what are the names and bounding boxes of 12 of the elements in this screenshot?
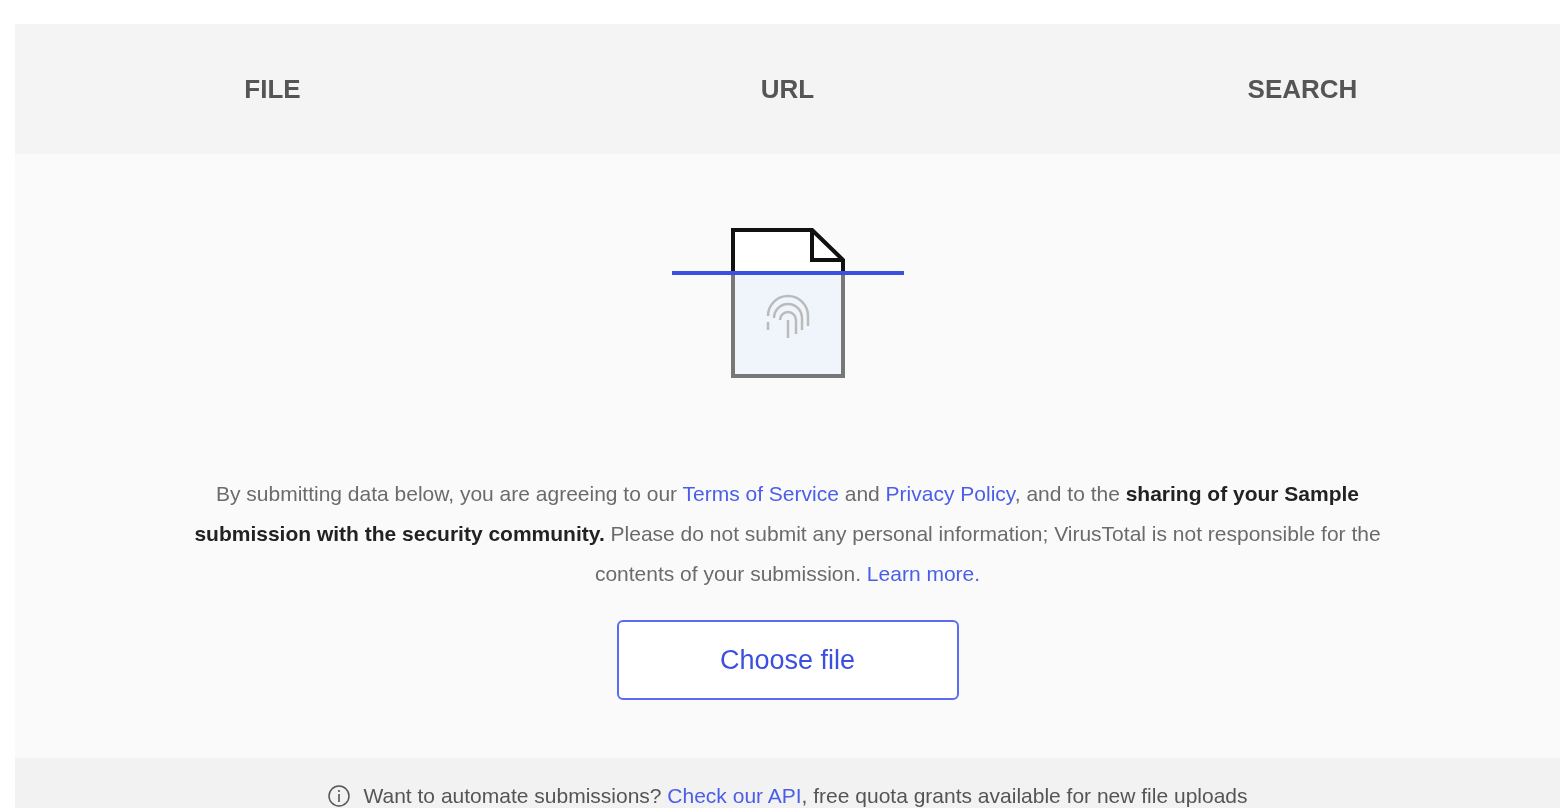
link[interactable]: Privacy Policy <box>885 482 1015 505</box>
link[interactable]: Terms of Service <box>682 482 839 505</box>
file-fingerprint-icon <box>671 226 904 378</box>
tab[interactable]: FILE <box>15 24 530 154</box>
tab[interactable]: URL <box>530 24 1045 154</box>
link[interactable]: Learn more. <box>866 562 981 585</box>
choose-file-button[interactable]: Choose file <box>616 620 959 700</box>
link[interactable]: Check our API <box>667 784 802 807</box>
info-icon <box>327 783 352 808</box>
tab[interactable]: SEARCH <box>1045 24 1560 154</box>
api-notice: Want to automate submissions? Check our API, free quota grants available for new file uploads <box>363 783 1248 808</box>
terms-notice: By submitting data below, you are agreeing to our Terms of Service and Privacy Policy, and to the sharing of your Sample submission with the security community. Please do not submit any personal information; VirusTotal is not responsible for the contents of your submission. Learn more. <box>193 481 1382 587</box>
